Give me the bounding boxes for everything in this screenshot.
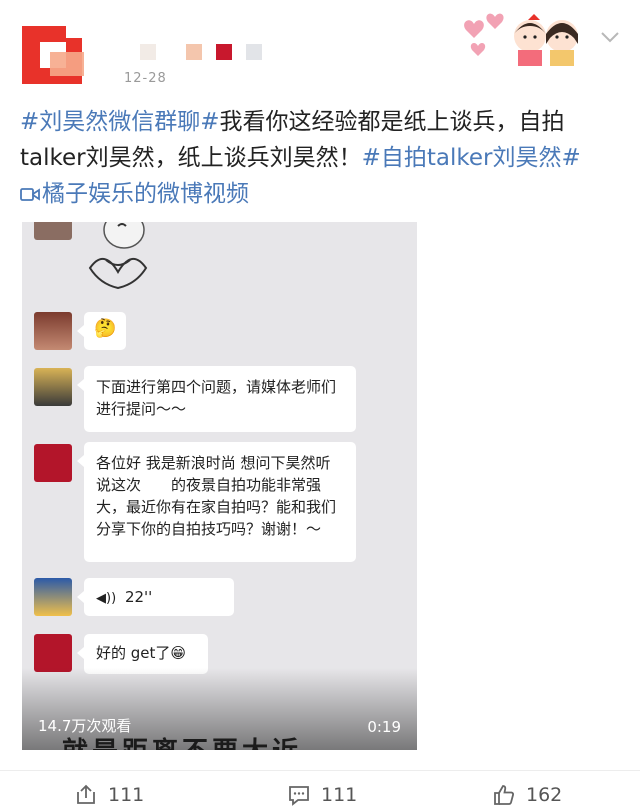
chat-avatar bbox=[34, 444, 72, 482]
comment-button[interactable]: 111 bbox=[287, 782, 357, 808]
chat-avatar bbox=[34, 368, 72, 406]
chat-avatar bbox=[34, 312, 72, 350]
video-camera-icon bbox=[20, 188, 40, 201]
chat-message: 🤔 bbox=[77, 312, 126, 350]
video-player[interactable]: 🤔 下面进行第四个问题，请媒体老师们进行提问～～ 各位好 我是新浪时尚 想问下昊… bbox=[22, 222, 417, 750]
heart-hands-sticker-icon bbox=[88, 222, 148, 290]
share-button[interactable]: 111 bbox=[74, 782, 144, 808]
share-icon bbox=[77, 784, 95, 804]
post-text: #刘昊然微信群聊#我看你这经验都是纸上谈兵，自拍talker刘昊然，纸上谈兵刘昊… bbox=[20, 104, 622, 212]
user-avatar[interactable] bbox=[22, 22, 94, 86]
divider bbox=[0, 770, 640, 771]
thumbs-up-icon bbox=[494, 785, 514, 805]
view-count: 14.7万次观看 bbox=[38, 717, 132, 735]
couple-decoration-icon bbox=[464, 13, 578, 66]
chat-avatar bbox=[34, 222, 72, 240]
chat-message: 各位好 我是新浪时尚 想问下昊然听说这次 的夜景自拍功能非常强大，最近你有在家自… bbox=[77, 442, 356, 562]
chat-avatar bbox=[34, 578, 72, 616]
video-source-link[interactable]: 橘子娱乐的微博视频 bbox=[20, 181, 249, 207]
hashtag-link[interactable]: #刘昊然微信群聊# bbox=[20, 109, 220, 135]
voice-message[interactable]: ◀)) 22'' bbox=[77, 578, 234, 616]
hashtag-link[interactable]: #自拍talker刘昊然# bbox=[362, 145, 581, 171]
chat-avatar bbox=[34, 634, 72, 672]
chevron-down-icon[interactable] bbox=[600, 30, 620, 44]
chat-message: 下面进行第四个问题，请媒体老师们进行提问～～ bbox=[77, 366, 356, 432]
like-button[interactable]: 162 bbox=[492, 782, 562, 808]
post-timestamp: 12-28 bbox=[124, 71, 167, 86]
video-duration: 0:19 bbox=[367, 718, 401, 736]
voice-wave-icon: ◀)) bbox=[96, 591, 117, 606]
comment-icon bbox=[289, 786, 309, 806]
